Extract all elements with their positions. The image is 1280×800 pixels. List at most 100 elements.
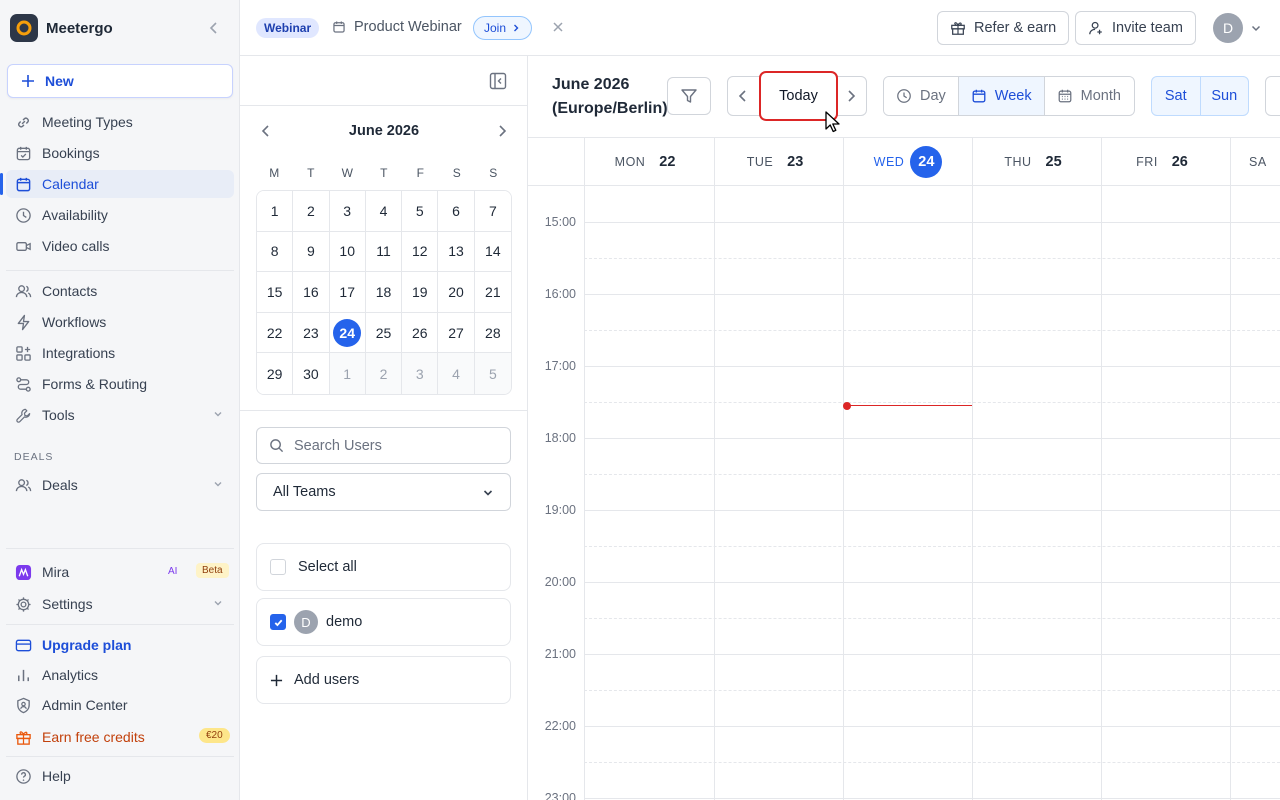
weekday-label: S (489, 166, 498, 180)
view-day-button[interactable]: Day (884, 77, 959, 115)
mini-calendar-day[interactable]: 15 (257, 272, 294, 313)
sidebar-item-availability[interactable]: Availability (6, 201, 234, 229)
sidebar-item-upgrade-plan[interactable]: Upgrade plan (6, 631, 234, 659)
sidebar-item-label: Availability (42, 207, 108, 223)
mini-calendar-day[interactable]: 5 (402, 191, 439, 232)
hour-line (584, 726, 1280, 727)
select-all-row[interactable]: Select all (256, 543, 511, 591)
mini-calendar-day[interactable]: 12 (402, 231, 439, 273)
mini-calendar-day[interactable]: 17 (329, 272, 366, 313)
sidebar-item-help[interactable]: Help (6, 762, 234, 790)
mini-calendar-day[interactable]: 14 (474, 231, 511, 273)
mini-calendar-day[interactable]: 9 (293, 231, 330, 273)
day-column-header-mon[interactable]: MON 22 (584, 138, 713, 186)
search-users-field[interactable] (256, 427, 511, 464)
sidebar-item-tools[interactable]: Tools (6, 401, 234, 429)
mini-calendar-day-next-month[interactable]: 5 (474, 353, 511, 394)
mini-calendar-day[interactable]: 7 (474, 191, 511, 232)
sidebar-item-integrations[interactable]: Integrations (6, 339, 234, 367)
view-month-button[interactable]: Month (1044, 77, 1133, 115)
mini-calendar-day-today[interactable]: 24 (329, 312, 366, 354)
mini-calendar-day[interactable]: 20 (438, 272, 475, 313)
sidebar-item-earn-credits[interactable]: Earn free credits €20 (6, 723, 234, 751)
day-column-header-fri[interactable]: FRI 26 (1101, 138, 1230, 186)
sidebar-item-settings[interactable]: Settings (6, 590, 234, 618)
sidebar-item-bookings[interactable]: Bookings (6, 139, 234, 167)
filter-button[interactable] (667, 77, 711, 115)
toggle-saturday-button[interactable]: Sat (1152, 77, 1201, 115)
join-webinar-button[interactable]: Join (473, 16, 533, 40)
mini-calendar-day[interactable]: 8 (257, 231, 294, 273)
mini-calendar-day-next-month[interactable]: 2 (365, 353, 403, 394)
mini-calendar-day[interactable]: 18 (365, 272, 403, 313)
mini-calendar-day[interactable]: 6 (438, 191, 475, 232)
mini-calendar-day[interactable]: 11 (365, 231, 403, 273)
mouse-cursor-icon (825, 111, 841, 133)
sidebar-item-admin-center[interactable]: Admin Center (6, 691, 234, 719)
previous-week-button[interactable] (736, 89, 750, 103)
mini-calendar-day[interactable]: 21 (474, 272, 511, 313)
mini-calendar-day[interactable]: 30 (293, 353, 330, 394)
day-column-header-wed[interactable]: WED 24 (843, 138, 972, 186)
close-icon[interactable] (551, 20, 565, 34)
mini-calendar-day[interactable]: 29 (257, 353, 294, 394)
mini-calendar-day[interactable]: 13 (438, 231, 475, 273)
sidebar-item-deals[interactable]: Deals (6, 471, 234, 499)
new-button[interactable]: New (7, 64, 233, 98)
mini-calendar-day[interactable]: 3 (329, 191, 366, 232)
next-week-button[interactable] (844, 89, 858, 103)
teams-select[interactable]: All Teams (256, 473, 511, 511)
mini-calendar-day[interactable]: 28 (474, 312, 511, 354)
user-row[interactable]: D demo (256, 598, 511, 646)
time-label: 21:00 (544, 647, 576, 661)
mini-calendar-day[interactable]: 23 (293, 312, 330, 354)
sidebar-item-forms-routing[interactable]: Forms & Routing (6, 370, 234, 398)
sidebar-item-mira[interactable]: Mira AI Beta (6, 558, 234, 586)
sidebar-item-meeting-types[interactable]: Meeting Types (6, 108, 234, 136)
view-week-button[interactable]: Week (958, 77, 1045, 115)
webinar-tag: Webinar (256, 18, 320, 38)
invite-team-button[interactable]: Invite team (1075, 11, 1196, 45)
bolt-icon (14, 313, 32, 331)
sidebar-collapse-icon[interactable] (206, 20, 222, 36)
day-column-header-tue[interactable]: TUE 23 (714, 138, 843, 186)
mini-calendar-day[interactable]: 27 (438, 312, 475, 354)
panel-collapse-icon[interactable] (489, 72, 507, 90)
refer-earn-button[interactable]: Refer & earn (937, 11, 1070, 45)
sidebar-item-video-calls[interactable]: Video calls (6, 232, 234, 260)
week-grid[interactable]: 15:00 16:00 17:00 18:00 19:00 20:00 21:0… (528, 186, 1280, 800)
more-options-button[interactable] (1265, 76, 1280, 116)
day-date-today: 24 (910, 146, 943, 178)
day-column-header-thu[interactable]: THU 25 (972, 138, 1101, 186)
day-date: 22 (659, 154, 676, 170)
sidebar-item-calendar[interactable]: Calendar (0, 170, 234, 198)
teams-select-value: All Teams (273, 484, 336, 500)
hour-line (584, 798, 1280, 799)
mini-calendar-day[interactable]: 1 (257, 191, 294, 232)
add-users-button[interactable]: Add users (256, 656, 511, 704)
user-checkbox[interactable] (270, 614, 286, 630)
mini-calendar-day-next-month[interactable]: 4 (438, 353, 475, 394)
search-users-input[interactable] (294, 437, 494, 454)
sidebar-item-workflows[interactable]: Workflows (6, 308, 234, 336)
half-hour-line (584, 474, 1280, 475)
chevron-down-icon[interactable] (1250, 22, 1262, 34)
mini-calendar-day[interactable]: 22 (257, 312, 294, 354)
toggle-sunday-button[interactable]: Sun (1201, 77, 1249, 115)
mini-calendar-day[interactable]: 2 (293, 191, 330, 232)
mini-calendar-day[interactable]: 26 (402, 312, 439, 354)
day-column-header-sat[interactable]: SA (1230, 138, 1280, 186)
mini-calendar-day-next-month[interactable]: 3 (402, 353, 439, 394)
mini-calendar-day-next-month[interactable]: 1 (329, 353, 366, 394)
mini-calendar-day[interactable]: 19 (402, 272, 439, 313)
select-all-checkbox[interactable] (270, 559, 286, 575)
mini-calendar-day[interactable]: 16 (293, 272, 330, 313)
mini-calendar-day[interactable]: 10 (329, 231, 366, 273)
mini-calendar-day[interactable]: 25 (365, 312, 403, 354)
user-avatar[interactable]: D (1213, 13, 1243, 43)
sidebar-item-contacts[interactable]: Contacts (6, 277, 234, 305)
brand[interactable]: Meetergo (10, 13, 230, 43)
sidebar-item-analytics[interactable]: Analytics (6, 661, 234, 689)
mini-calendar-day[interactable]: 4 (365, 191, 403, 232)
chevron-right-icon[interactable] (495, 124, 509, 138)
